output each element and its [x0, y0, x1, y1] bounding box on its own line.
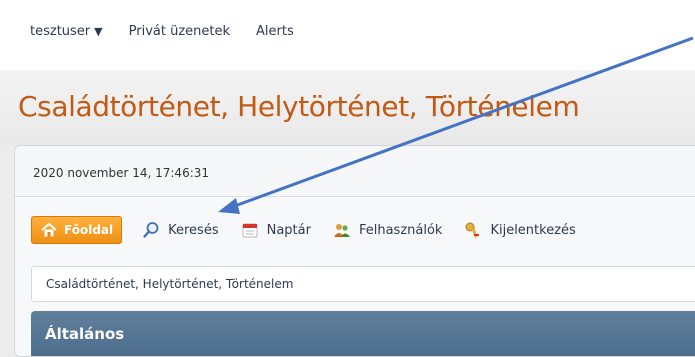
annotation-arrow [218, 36, 694, 214]
arrow-line [231, 36, 694, 209]
arrow-head [218, 198, 240, 214]
